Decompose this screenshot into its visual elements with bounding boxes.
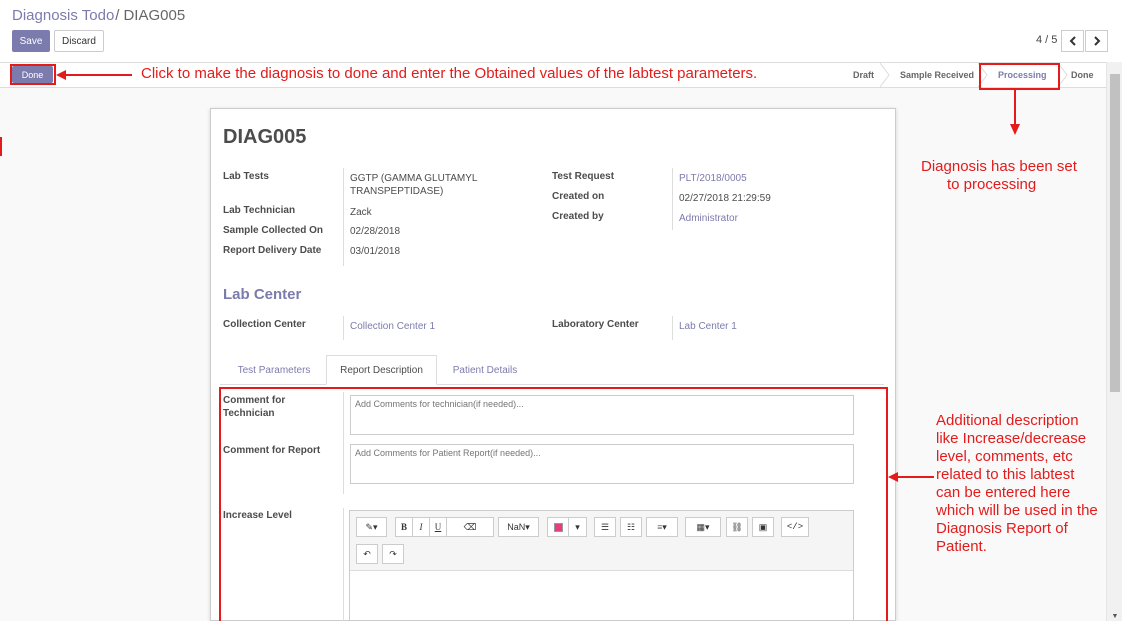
report-delivery-label: Report Delivery Date [223, 245, 322, 256]
lab-center-title: Lab Center [223, 286, 302, 303]
field-separator [672, 168, 673, 230]
breadcrumb-current: DIAG005 [123, 7, 186, 24]
created-by-label: Created by [552, 211, 604, 222]
breadcrumb-separator: / [115, 7, 120, 24]
lab-tests-value-cont: TRANSPEPTIDASE) [350, 186, 444, 197]
annotation-description-line: can be entered here [936, 484, 1071, 501]
annotation-description-line: related to this labtest [936, 466, 1075, 483]
annotation-processing-text-cont: to processing [947, 176, 1037, 193]
annotation-description-line: Diagnosis Report of [936, 520, 1068, 537]
laboratory-center-label: Laboratory Center [552, 319, 639, 330]
sample-collected-value: 02/28/2018 [350, 226, 401, 237]
laboratory-center-link[interactable]: Lab Center 1 [679, 321, 737, 332]
annotation-box-description [219, 387, 888, 621]
scrollbar-thumb[interactable] [1110, 74, 1120, 392]
created-on-value: 02/27/2018 21:29:59 [679, 193, 771, 204]
record-title: DIAG005 [223, 126, 307, 148]
pager-previous-button[interactable] [1061, 30, 1084, 52]
created-on-label: Created on [552, 191, 605, 202]
annotation-arrow-down-icon [1010, 90, 1020, 135]
discard-button[interactable]: Discard [54, 30, 104, 52]
stage-done[interactable]: Done [1071, 63, 1094, 87]
breadcrumb-parent-link[interactable]: Diagnosis Todo [12, 7, 114, 24]
pager-value: 4 / 5 [1036, 34, 1058, 46]
page-scrollbar[interactable]: ▼ [1106, 62, 1122, 621]
annotation-processing-text: Diagnosis has been set [921, 158, 1077, 175]
save-button[interactable]: Save [12, 30, 50, 52]
sample-collected-label: Sample Collected On [223, 225, 324, 236]
annotation-box-done [10, 64, 56, 85]
stage-draft[interactable]: Draft [853, 63, 874, 87]
report-delivery-value: 03/01/2018 [350, 246, 401, 257]
annotation-done-text: Click to make the diagnosis to done and … [141, 65, 758, 82]
tab-patient-details[interactable]: Patient Details [441, 355, 529, 385]
pager-next-button[interactable] [1085, 30, 1108, 52]
annotation-box-processing [979, 63, 1060, 90]
annotation-description-line: level, comments, etc [936, 448, 1073, 465]
annotation-description-line: like Increase/decrease [936, 430, 1087, 447]
stage-divider [880, 63, 890, 87]
chevron-right-icon [1093, 36, 1100, 46]
annotation-arrow-left-icon [56, 70, 132, 80]
tab-report-description[interactable]: Report Description [326, 355, 437, 385]
lab-technician-label: Lab Technician [223, 205, 296, 216]
collection-center-label: Collection Center [223, 319, 306, 330]
collection-center-link[interactable]: Collection Center 1 [350, 321, 435, 332]
annotation-arrow-left-icon [888, 472, 934, 482]
lab-tests-value: GGTP (GAMMA GLUTAMYL [350, 173, 478, 184]
breadcrumb: Diagnosis Todo/DIAG005 [12, 7, 185, 24]
annotation-description-line: Patient. [936, 538, 987, 555]
lab-tests-label: Lab Tests [223, 171, 269, 182]
annotation-description-line: Additional description [936, 412, 1079, 429]
tab-test-parameters[interactable]: Test Parameters [226, 355, 322, 385]
field-separator [672, 316, 673, 340]
field-separator [343, 316, 344, 340]
lab-technician-value: Zack [350, 207, 372, 218]
annotation-description-line: which will be used in the [936, 502, 1098, 519]
chevron-left-icon [1069, 36, 1076, 46]
scroll-down-icon[interactable]: ▼ [1107, 611, 1122, 621]
stage-sample-received[interactable]: Sample Received [900, 63, 974, 87]
field-separator [343, 168, 344, 266]
test-request-link[interactable]: PLT/2018/0005 [679, 173, 747, 184]
annotation-edge-mark [0, 137, 2, 156]
test-request-label: Test Request [552, 171, 615, 182]
created-by-link[interactable]: Administrator [679, 213, 738, 224]
